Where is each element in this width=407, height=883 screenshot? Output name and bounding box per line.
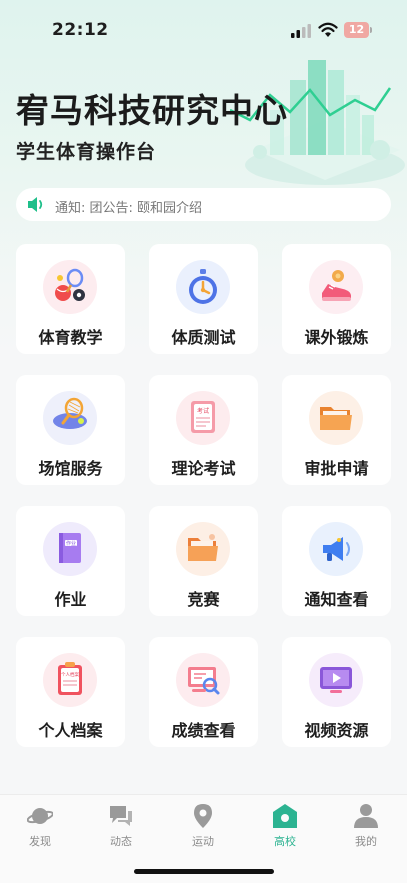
person-icon	[354, 804, 378, 828]
stopwatch-icon	[176, 260, 230, 314]
tile-competition[interactable]: 竞赛	[149, 506, 258, 616]
profile-clipboard-icon: 个人档案	[43, 653, 97, 707]
tile-sports-teaching[interactable]: 体育教学	[16, 244, 125, 354]
planet-icon	[27, 808, 53, 824]
running-shoe-icon	[309, 260, 363, 314]
tab-label: 发现	[29, 835, 51, 848]
wifi-icon	[318, 22, 338, 37]
tile-label: 体质测试	[171, 328, 236, 347]
tile-label: 个人档案	[38, 721, 103, 740]
notice-prefix: 通知:	[55, 201, 86, 216]
homework-icon-text: 作业	[66, 540, 76, 547]
folder-icon	[309, 391, 363, 445]
tile-label: 体育教学	[38, 328, 103, 347]
tile-label: 课外锻炼	[304, 328, 369, 347]
tab-feed[interactable]: 动态	[91, 803, 151, 851]
tile-video-resources[interactable]: 视频资源	[282, 637, 391, 747]
tennis-racket-icon	[43, 391, 97, 445]
exam-icon-text: 考试	[197, 407, 209, 415]
tab-label: 我的	[355, 835, 377, 848]
notice-text: 通知: 团公告: 颐和园介绍	[55, 197, 202, 216]
tile-notice-view[interactable]: 通知查看	[282, 506, 391, 616]
battery-tip	[370, 27, 372, 33]
tile-approval-request[interactable]: 审批申请	[282, 375, 391, 485]
tab-mine[interactable]: 我的	[336, 803, 396, 851]
tile-label: 审批申请	[304, 459, 369, 478]
tile-label: 竞赛	[187, 590, 220, 609]
tab-discover[interactable]: 发现	[10, 803, 70, 851]
home-indicator[interactable]	[134, 869, 274, 874]
sports-equipment-icon	[43, 260, 97, 314]
tab-sports[interactable]: 运动	[173, 803, 233, 851]
tile-fitness-test[interactable]: 体质测试	[149, 244, 258, 354]
school-icon	[273, 804, 297, 828]
notice-content: 团公告: 颐和园介绍	[89, 201, 203, 216]
tab-label: 高校	[274, 835, 296, 848]
speaker-icon	[28, 197, 43, 212]
megaphone-icon	[309, 522, 363, 576]
tile-extracurricular-exercise[interactable]: 课外锻炼	[282, 244, 391, 354]
tile-score-view[interactable]: 成绩查看	[149, 637, 258, 747]
tile-homework[interactable]: 作业 作业	[16, 506, 125, 616]
status-time: 22:12	[52, 20, 109, 40]
score-chart-icon	[176, 653, 230, 707]
page-subtitle: 学生体育操作台	[16, 141, 157, 163]
tile-label: 成绩查看	[171, 721, 236, 740]
tab-label: 运动	[192, 835, 214, 848]
tile-label: 通知查看	[304, 590, 369, 609]
tile-label: 场馆服务	[38, 459, 103, 478]
battery-icon: 12	[344, 22, 372, 38]
profile-icon-text: 个人档案	[61, 671, 79, 678]
tab-university[interactable]: 高校	[255, 803, 315, 851]
notice-bar[interactable]: 通知: 团公告: 颐和园介绍	[16, 188, 391, 221]
page-title: 宥马科技研究中心	[16, 91, 288, 130]
video-player-icon	[309, 653, 363, 707]
tile-theory-exam[interactable]: 考试 理论考试	[149, 375, 258, 485]
chat-icon	[110, 806, 132, 826]
location-pin-icon	[194, 804, 212, 828]
tile-label: 理论考试	[171, 459, 236, 478]
tile-label: 作业	[54, 590, 87, 609]
battery-level: 12	[348, 23, 365, 36]
homework-book-icon: 作业	[43, 522, 97, 576]
exam-paper-icon: 考试	[176, 391, 230, 445]
tile-venue-service[interactable]: 场馆服务	[16, 375, 125, 485]
competition-folder-icon	[176, 522, 230, 576]
tile-label: 视频资源	[304, 721, 369, 740]
tab-label: 动态	[110, 835, 132, 848]
tile-personal-profile[interactable]: 个人档案 个人档案	[16, 637, 125, 747]
cellular-signal-icon	[291, 24, 311, 38]
